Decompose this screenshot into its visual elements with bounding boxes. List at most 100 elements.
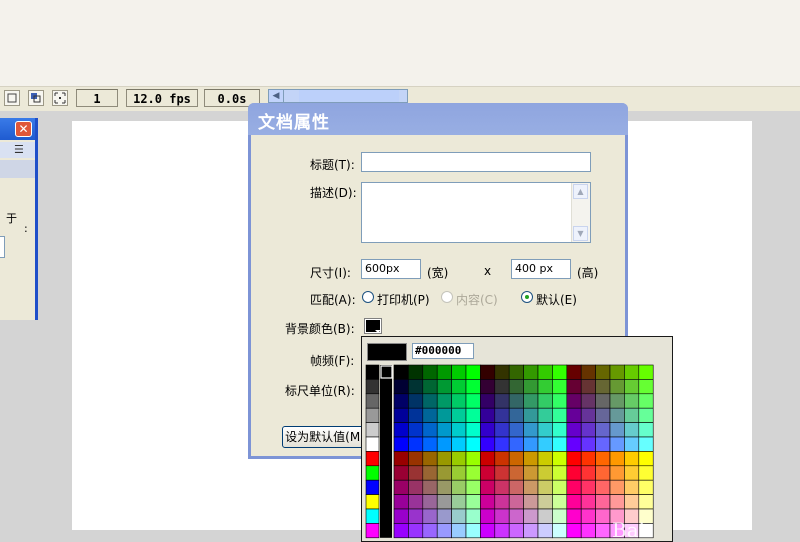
palette-swatch[interactable] [393, 393, 409, 409]
palette-swatch[interactable] [408, 479, 424, 495]
palette-swatch[interactable] [465, 494, 481, 510]
palette-swatch[interactable] [480, 422, 496, 438]
palette-swatch[interactable] [393, 379, 409, 395]
palette-swatch[interactable] [523, 494, 539, 510]
palette-swatch[interactable] [436, 407, 452, 423]
palette-swatch[interactable] [523, 407, 539, 423]
palette-swatch[interactable] [422, 479, 438, 495]
palette-swatch[interactable] [365, 494, 380, 510]
palette-swatch[interactable] [465, 379, 481, 395]
palette-swatch[interactable] [552, 494, 568, 510]
palette-swatch[interactable] [494, 494, 510, 510]
palette-swatch[interactable] [523, 508, 539, 524]
palette-swatch[interactable] [465, 436, 481, 452]
palette-swatch[interactable] [365, 364, 380, 380]
palette-swatch[interactable] [566, 422, 582, 438]
palette-swatch[interactable] [465, 465, 481, 481]
palette-swatch[interactable] [638, 364, 654, 380]
height-input[interactable]: 400 px [511, 259, 571, 279]
palette-swatch[interactable] [436, 523, 452, 539]
palette-swatch[interactable] [638, 393, 654, 409]
palette-swatch[interactable] [365, 436, 380, 452]
palette-swatch[interactable] [422, 508, 438, 524]
palette-swatch[interactable] [408, 508, 424, 524]
palette-swatch[interactable] [638, 494, 654, 510]
palette-swatch[interactable] [422, 364, 438, 380]
description-scrollbar[interactable]: ▲ ▼ [571, 183, 590, 242]
onion-skin-icon[interactable] [4, 90, 20, 106]
palette-swatch[interactable] [523, 379, 539, 395]
palette-swatch[interactable] [393, 407, 409, 423]
palette-swatch[interactable] [638, 422, 654, 438]
palette-swatch[interactable] [436, 451, 452, 467]
palette-swatch[interactable] [552, 407, 568, 423]
palette-swatch[interactable] [552, 364, 568, 380]
palette-swatch[interactable] [552, 479, 568, 495]
palette-swatch[interactable] [408, 364, 424, 380]
palette-swatch[interactable] [523, 364, 539, 380]
palette-swatch[interactable] [422, 379, 438, 395]
palette-swatch[interactable] [537, 451, 553, 467]
palette-swatch[interactable] [436, 379, 452, 395]
palette-swatch[interactable] [365, 393, 380, 409]
palette-swatch[interactable] [523, 451, 539, 467]
palette-swatch[interactable] [523, 436, 539, 452]
palette-swatch[interactable] [580, 494, 596, 510]
palette-swatch[interactable] [580, 393, 596, 409]
palette-swatch[interactable] [451, 465, 467, 481]
left-panel-titlebar[interactable]: ✕ [0, 118, 35, 140]
palette-swatch[interactable] [609, 436, 625, 452]
palette-swatch[interactable] [552, 436, 568, 452]
palette-swatch[interactable] [408, 393, 424, 409]
palette-swatch[interactable] [595, 494, 611, 510]
set-default-button[interactable]: 设为默认值(M) [282, 426, 368, 448]
palette-swatch[interactable] [595, 451, 611, 467]
palette-swatch[interactable] [480, 436, 496, 452]
palette-swatch[interactable] [422, 436, 438, 452]
palette-swatch[interactable] [465, 451, 481, 467]
palette-swatch[interactable] [609, 465, 625, 481]
palette-swatch[interactable] [465, 393, 481, 409]
palette-swatch[interactable] [537, 465, 553, 481]
palette-swatch[interactable] [552, 465, 568, 481]
palette-swatch[interactable] [508, 465, 524, 481]
palette-swatch[interactable] [580, 451, 596, 467]
palette-swatch[interactable] [393, 465, 409, 481]
palette-swatch[interactable] [537, 479, 553, 495]
palette-swatch[interactable] [451, 494, 467, 510]
palette-swatch[interactable] [566, 436, 582, 452]
match-default-radio[interactable] [521, 291, 533, 303]
palette-swatch[interactable] [408, 379, 424, 395]
palette-swatch[interactable] [494, 379, 510, 395]
palette-swatch[interactable] [480, 508, 496, 524]
palette-swatch[interactable] [451, 436, 467, 452]
options-menu-icon[interactable]: ☰ [14, 143, 24, 156]
left-panel-input[interactable] [0, 236, 5, 258]
timeline-horizontal-scrollbar[interactable]: ◀ [268, 89, 408, 103]
palette-swatch[interactable] [595, 422, 611, 438]
palette-swatch[interactable] [580, 523, 596, 539]
palette-swatch[interactable] [595, 479, 611, 495]
palette-swatch[interactable] [393, 451, 409, 467]
palette-swatch[interactable] [566, 523, 582, 539]
palette-swatch[interactable] [422, 393, 438, 409]
scroll-left-arrow-icon[interactable]: ◀ [269, 90, 284, 102]
palette-swatch[interactable] [422, 422, 438, 438]
palette-swatch[interactable] [609, 379, 625, 395]
palette-swatch[interactable] [523, 422, 539, 438]
palette-swatch[interactable] [480, 451, 496, 467]
palette-swatch[interactable] [552, 422, 568, 438]
palette-swatch[interactable] [365, 451, 380, 467]
palette-swatch[interactable] [638, 379, 654, 395]
palette-swatch[interactable] [624, 393, 640, 409]
palette-swatch[interactable] [422, 523, 438, 539]
palette-swatch[interactable] [436, 364, 452, 380]
palette-swatch[interactable] [580, 465, 596, 481]
palette-swatch[interactable] [537, 523, 553, 539]
palette-swatch[interactable] [436, 479, 452, 495]
palette-swatch[interactable] [508, 494, 524, 510]
palette-swatch[interactable] [465, 479, 481, 495]
palette-swatch[interactable] [436, 393, 452, 409]
palette-swatch[interactable] [465, 407, 481, 423]
palette-swatch[interactable] [638, 436, 654, 452]
